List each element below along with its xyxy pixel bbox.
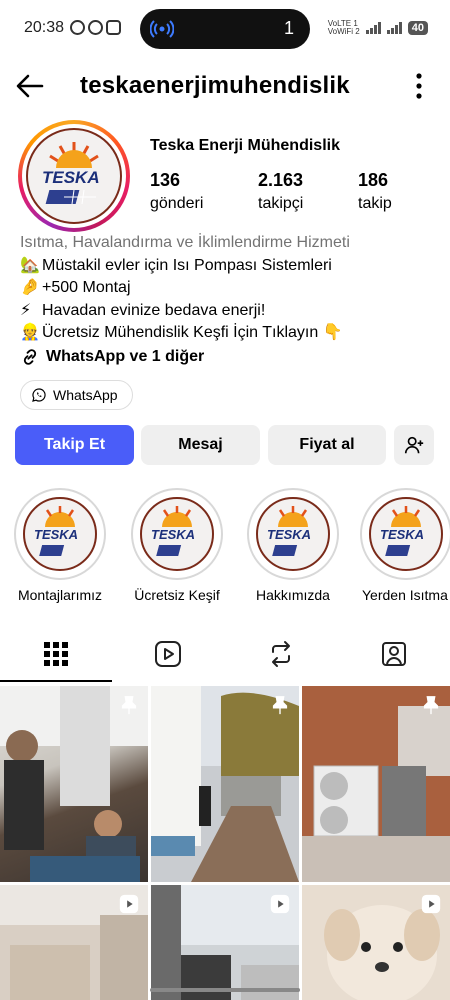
- battery-indicator: 40: [407, 21, 428, 35]
- pin-icon: [121, 696, 137, 715]
- signal-icon: [365, 22, 381, 34]
- profile-username: teskaenerjimuhendislik: [80, 72, 350, 99]
- add-person-icon: [404, 436, 424, 454]
- highlight-cover: TESKA: [131, 488, 223, 580]
- highlight-ucretsiz-kesif[interactable]: TESKA Ücretsiz Keşif: [129, 488, 225, 603]
- back-arrow-icon[interactable]: [14, 70, 46, 102]
- link-text: WhatsApp ve 1 diğer: [46, 348, 205, 365]
- status-notification-icons: [70, 20, 121, 35]
- follow-button[interactable]: Takip Et: [15, 425, 134, 465]
- whatsapp-notification-icon-2: [88, 20, 103, 35]
- island-count: 1: [283, 18, 294, 38]
- reel-icon: [421, 894, 441, 914]
- reel-icon: [119, 894, 139, 914]
- highlight-label: Yerden Isıtma: [362, 587, 448, 603]
- avatar-logo-text: TESKA: [42, 168, 100, 187]
- teska-logo: TESKA: [256, 497, 330, 571]
- profile-category: Isıtma, Havalandırma ve İklimlendirme Hi…: [20, 234, 350, 251]
- teska-logo: TESKA: [23, 497, 97, 571]
- highlight-yerden-isitma[interactable]: TESKA Yerden Isıtma: [360, 488, 450, 603]
- highlight-label: Montajlarımız: [17, 587, 103, 603]
- signal-icon-2: [386, 22, 402, 34]
- stat-value: 186: [358, 170, 389, 190]
- bio-line: 🤌 +500 Montaj: [20, 279, 131, 296]
- stat-value: 2.163: [258, 170, 304, 190]
- get-price-button[interactable]: Fiyat al: [268, 425, 386, 465]
- stat-following[interactable]: 186 takip: [358, 170, 392, 213]
- profile-tabs: [0, 630, 450, 682]
- tab-reels[interactable]: [112, 630, 224, 682]
- highlight-cover: TESKA: [360, 488, 450, 580]
- profile-links[interactable]: WhatsApp ve 1 diğer: [20, 347, 204, 367]
- grid-post[interactable]: [0, 686, 148, 882]
- profile-bio: Isıtma, Havalandırma ve İklimlendirme Hi…: [20, 232, 350, 345]
- add-user-button[interactable]: [394, 425, 434, 465]
- stat-value: 136: [150, 170, 181, 190]
- tab-tagged[interactable]: [338, 630, 450, 682]
- highlight-cover: TESKA: [14, 488, 106, 580]
- profile-header: teskaenerjimuhendislik: [0, 62, 450, 110]
- grid-post[interactable]: [0, 885, 148, 1000]
- highlight-montajlarimiz[interactable]: TESKA Montajlarımız: [12, 488, 108, 603]
- pin-icon: [423, 696, 439, 715]
- stat-posts[interactable]: 136 gönderi: [150, 170, 203, 213]
- status-right: VoLTE 1 VoWiFi 2 40: [328, 20, 428, 36]
- teska-logo: TESKA: [140, 497, 214, 571]
- instagram-notification-icon: [106, 20, 121, 35]
- stat-label: gönderi: [150, 195, 204, 212]
- tagged-icon: [382, 642, 406, 666]
- highlight-hakkimizda[interactable]: TESKA Hakkımızda: [245, 488, 341, 603]
- whatsapp-chip[interactable]: WhatsApp: [20, 380, 133, 410]
- stat-label: takip: [358, 195, 392, 212]
- tab-reposts[interactable]: [225, 630, 337, 682]
- stat-label: takipçi: [258, 195, 304, 212]
- broadcast-icon: [150, 20, 174, 38]
- grid-post[interactable]: [302, 686, 450, 882]
- grid-post[interactable]: [151, 686, 299, 882]
- gesture-nav-bar[interactable]: [150, 988, 300, 992]
- message-button[interactable]: Mesaj: [141, 425, 260, 465]
- status-time: 20:38: [24, 19, 65, 36]
- repost-icon: [272, 641, 290, 667]
- bio-line: ⚡ Havadan evinize bedava enerji!: [20, 301, 266, 319]
- link-icon: [23, 349, 37, 365]
- stat-followers[interactable]: 2.163 takipçi: [258, 170, 303, 213]
- volte-indicator: VoLTE 1 VoWiFi 2: [327, 19, 360, 36]
- more-options-icon[interactable]: [416, 72, 422, 100]
- whatsapp-notification-icon: [70, 20, 85, 35]
- bio-line: 🏡 Müstakil evler için Isı Pompası Sisteml…: [20, 256, 332, 274]
- profile-display-name: Teska Enerji Mühendislik: [150, 137, 340, 154]
- teska-logo: TESKA: [26, 128, 122, 224]
- reels-icon: [155, 641, 181, 667]
- tab-posts-grid[interactable]: [0, 630, 112, 682]
- whatsapp-icon: [32, 388, 46, 402]
- whatsapp-chip-label: WhatsApp: [53, 387, 118, 403]
- reel-icon: [270, 894, 290, 914]
- highlight-label: Hakkımızda: [256, 587, 330, 603]
- highlight-cover: TESKA: [247, 488, 339, 580]
- dynamic-island[interactable]: 1: [140, 9, 310, 49]
- grid-icon: [44, 642, 68, 666]
- grid-post[interactable]: [151, 885, 299, 1000]
- highlight-label: Ücretsiz Keşif: [134, 587, 220, 603]
- bio-line: 👷 Ücretsiz Mühendislik Keşfi İçin Tıklayı…: [20, 324, 343, 341]
- status-bar: 20:38 1 VoLTE 1 VoWiFi 2 40: [0, 0, 450, 58]
- grid-post[interactable]: [302, 885, 450, 1000]
- profile-avatar[interactable]: TESKA: [18, 120, 130, 232]
- teska-logo: TESKA: [369, 497, 443, 571]
- pin-icon: [272, 696, 288, 715]
